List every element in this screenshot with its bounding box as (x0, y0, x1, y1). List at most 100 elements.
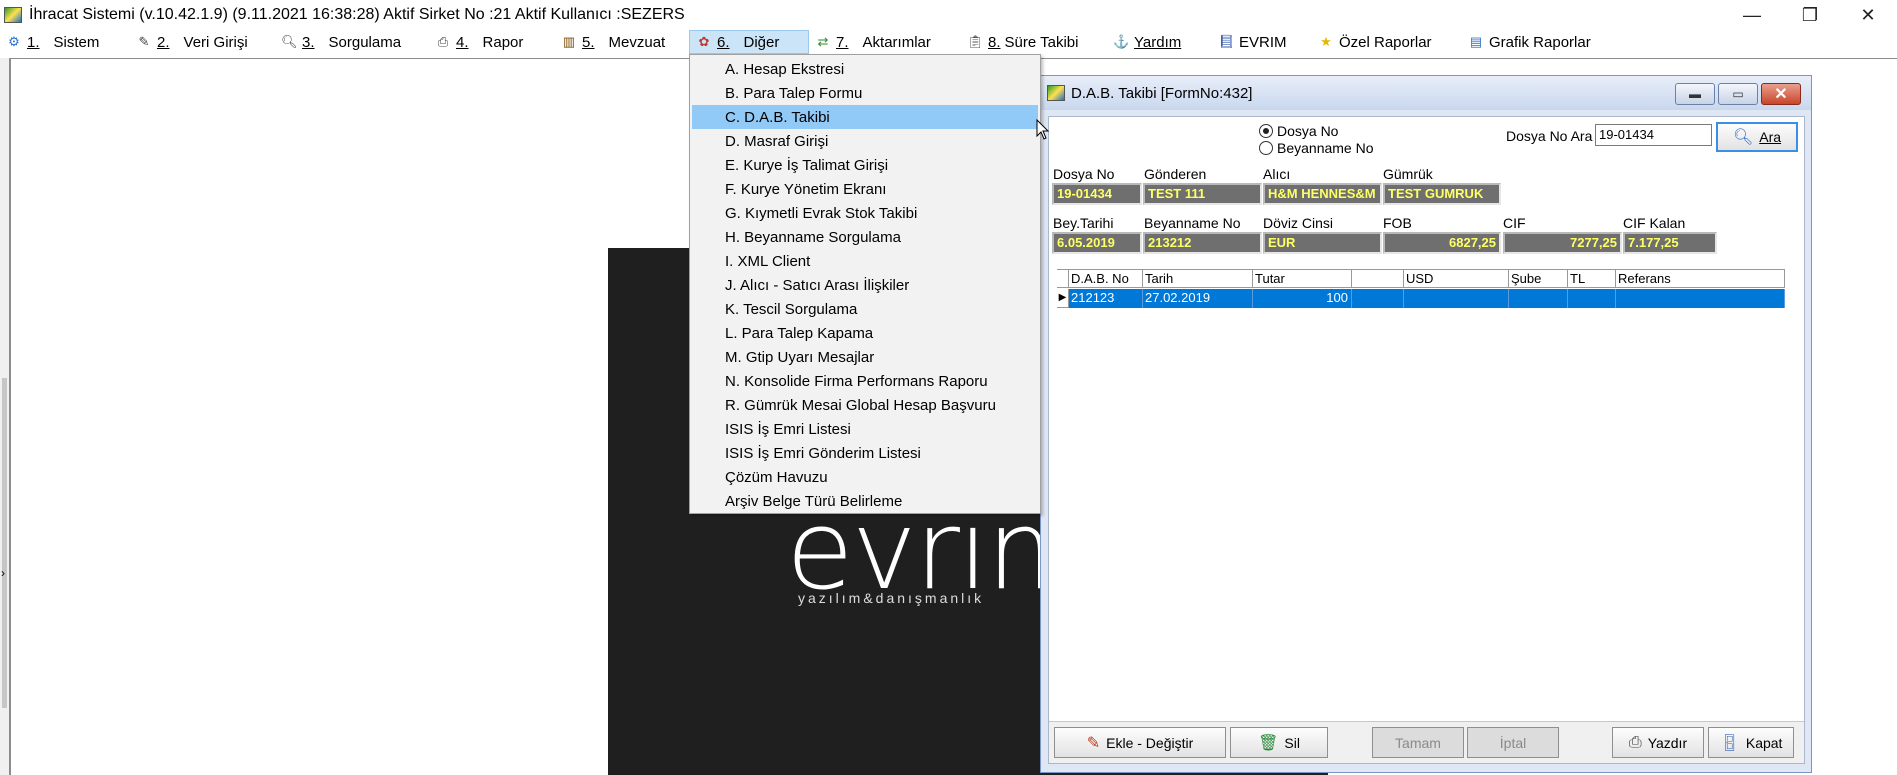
col-referans[interactable]: Referans (1616, 270, 1785, 287)
cell-tutar[interactable]: 100 (1253, 289, 1352, 308)
cell-dab-no[interactable]: 212123 (1069, 289, 1143, 308)
menu-item-dab-takibi[interactable]: C. D.A.B. Takibi (692, 105, 1038, 129)
title-bar: İhracat Sistemi (v.10.42.1.9) (9.11.2021… (0, 0, 1897, 30)
other-icon: ✿ (698, 34, 710, 49)
ekle-degistir-button[interactable]: ✎ Ekle - Değiştir (1054, 727, 1226, 758)
col-sube[interactable]: Şube (1509, 270, 1568, 287)
label-dosya-no: Dosya No (1053, 166, 1115, 182)
close-button[interactable]: ✕ (1839, 0, 1897, 30)
menu-rapor[interactable]: ⎙ 4. Rapor (429, 30, 555, 54)
menu-label: Grafik Raporlar (1489, 33, 1591, 51)
yazdir-button[interactable]: ⎙ Yazdır (1612, 727, 1704, 758)
tamam-button[interactable]: Tamam (1372, 727, 1464, 758)
menu-item-gumruk-mesai[interactable]: R. Gümrük Mesai Global Hesap Başvuru (690, 393, 1040, 417)
menu-item-tescil-sorgulama[interactable]: K. Tescil Sorgulama (690, 297, 1040, 321)
system-icon: ⚙ (8, 34, 20, 49)
label-cif: CIF (1503, 215, 1526, 231)
menu-veri-girisi[interactable]: ✎ 2. Veri Girişi (130, 30, 275, 54)
label-cif-kalan: CIF Kalan (1623, 215, 1686, 231)
label-beyanname-no: Beyanname No (1144, 215, 1241, 231)
menu-item-kurye-is-talimat[interactable]: E. Kurye İş Talimat Girişi (690, 153, 1040, 177)
logo-tagline: yazılım&danışmanlık (798, 590, 985, 606)
col-tl[interactable]: TL (1568, 270, 1616, 287)
menu-label: Rapor (482, 33, 524, 51)
menu-mevzuat[interactable]: ▥ 5. Mevzuat (555, 30, 689, 54)
cell-sube[interactable] (1509, 289, 1568, 308)
tamam-label: Tamam (1395, 734, 1441, 751)
menu-ozel-raporlar[interactable]: ★ Özel Raporlar (1312, 30, 1462, 54)
cell-usd[interactable] (1404, 289, 1509, 308)
menu-item-para-talep-formu[interactable]: B. Para Talep Formu (690, 81, 1040, 105)
menu-label: Diğer (743, 33, 780, 51)
transfer-icon: ⇄ (817, 34, 829, 49)
col-tutar[interactable]: Tutar (1253, 270, 1352, 287)
dab-minimize-button[interactable]: ▬ (1675, 83, 1715, 105)
menu-diger[interactable]: ✿ 6. Diğer (689, 30, 809, 54)
menu-item-xml-client[interactable]: I. XML Client (690, 249, 1040, 273)
left-scrollbar[interactable]: › (0, 58, 10, 775)
menu-item-konsolide-firma[interactable]: N. Konsolide Firma Performans Raporu (690, 369, 1040, 393)
col-blank[interactable] (1352, 270, 1404, 287)
scroll-thumb[interactable] (2, 378, 7, 708)
search-input[interactable]: 19-01434 (1595, 124, 1712, 146)
restore-button[interactable]: ❐ (1781, 0, 1839, 30)
menu-item-alici-satici[interactable]: J. Alıcı - Satıcı Arası İlişkiler (690, 273, 1040, 297)
menu-item-para-talep-kapama[interactable]: L. Para Talep Kapama (690, 321, 1040, 345)
menu-bar: ⚙ 1. Sistem ✎ 2. Veri Girişi 🔍︎ 3. Sorgu… (0, 30, 1897, 54)
menu-item-kiymetli-evrak[interactable]: G. Kıymetli Evrak Stok Takibi (690, 201, 1040, 225)
col-tarih[interactable]: Tarih (1143, 270, 1253, 287)
minimize-button[interactable]: — (1723, 0, 1781, 30)
menu-number: 2. (157, 33, 170, 51)
dab-window-titlebar[interactable]: D.A.B. Takibi [FormNo:432] ▬ ▭ ✕ (1041, 76, 1811, 110)
dab-maximize-button[interactable]: ▭ (1718, 83, 1758, 105)
search-icon: 🔍︎ (1732, 129, 1754, 146)
data-entry-icon: ✎ (138, 34, 150, 49)
label-doviz-cinsi: Döviz Cinsi (1263, 215, 1334, 231)
menu-item-hesap-ekstresi[interactable]: A. Hesap Ekstresi (690, 57, 1040, 81)
kapat-button[interactable]: 🚪︎ Kapat (1708, 727, 1794, 758)
cell-blank[interactable] (1352, 289, 1404, 308)
cell-tarih[interactable]: 27.02.2019 (1143, 289, 1253, 308)
field-gonderen: TEST 111 (1143, 183, 1262, 205)
chevron-right-icon[interactable]: › (1, 566, 5, 580)
field-bey-tarihi: 6.05.2019 (1052, 232, 1142, 254)
menu-label: Yardım (1134, 33, 1182, 51)
radio-beyanname-no[interactable]: Beyanname No (1259, 140, 1374, 156)
radio-dot (1259, 124, 1273, 138)
sil-button[interactable]: 🗑︎ Sil (1230, 727, 1328, 758)
menu-item-beyanname-sorgulama[interactable]: H. Beyanname Sorgulama (690, 225, 1040, 249)
menu-item-kurye-yonetim[interactable]: F. Kurye Yönetim Ekranı (690, 177, 1040, 201)
dab-close-button[interactable]: ✕ (1761, 83, 1801, 105)
menu-label: EVRIM (1239, 33, 1287, 51)
iptal-label: İptal (1499, 734, 1527, 751)
menu-label: Sistem (53, 33, 100, 51)
menu-aktarimlar[interactable]: ⇄ 7. Aktarımlar (809, 30, 961, 54)
menu-sistem[interactable]: ⚙ 1. Sistem (0, 30, 130, 54)
dab-grid[interactable]: D.A.B. No Tarih Tutar USD Şube TL Refera… (1057, 269, 1793, 629)
menu-item-isis-gonderim[interactable]: ISIS İş Emri Gönderim Listesi (690, 441, 1040, 465)
menu-grafik-raporlar[interactable]: ▤ Grafik Raporlar (1462, 30, 1622, 54)
menu-evrim[interactable]: 📘︎ EVRIM (1212, 30, 1312, 54)
book-icon: 📘︎ (1218, 34, 1235, 49)
label-gumruk: Gümrük (1383, 166, 1433, 182)
trash-icon: 🗑︎ (1258, 734, 1279, 752)
menu-yardim[interactable]: ⚓ Yardım (1107, 30, 1212, 54)
col-dab-no[interactable]: D.A.B. No (1069, 270, 1143, 287)
menu-item-isis-is-emri[interactable]: ISIS İş Emri Listesi (690, 417, 1040, 441)
iptal-button[interactable]: İptal (1467, 727, 1559, 758)
table-row[interactable]: ▶ 212123 27.02.2019 100 (1057, 289, 1785, 308)
menu-item-arsiv-belge[interactable]: Arşiv Belge Türü Belirleme (690, 489, 1040, 513)
cell-referans[interactable] (1616, 289, 1785, 308)
field-doviz-cinsi: EUR (1263, 232, 1382, 254)
sil-label: Sil (1284, 734, 1300, 751)
cell-tl[interactable] (1568, 289, 1616, 308)
col-usd[interactable]: USD (1404, 270, 1509, 287)
menu-item-masraf-girisi[interactable]: D. Masraf Girişi (690, 129, 1040, 153)
menu-item-cozum-havuzu[interactable]: Çözüm Havuzu (690, 465, 1040, 489)
menu-item-gtip-uyari[interactable]: M. Gtip Uyarı Mesajlar (690, 345, 1040, 369)
window-title: İhracat Sistemi (v.10.42.1.9) (9.11.2021… (29, 6, 685, 23)
search-button[interactable]: 🔍︎ Ara (1716, 122, 1798, 152)
menu-sorgulama[interactable]: 🔍︎ 3. Sorgulama (275, 30, 429, 54)
menu-sure-takibi[interactable]: 📋︎ 8. Süre Takibi (961, 30, 1107, 54)
radio-dosya-no[interactable]: Dosya No (1259, 123, 1338, 139)
